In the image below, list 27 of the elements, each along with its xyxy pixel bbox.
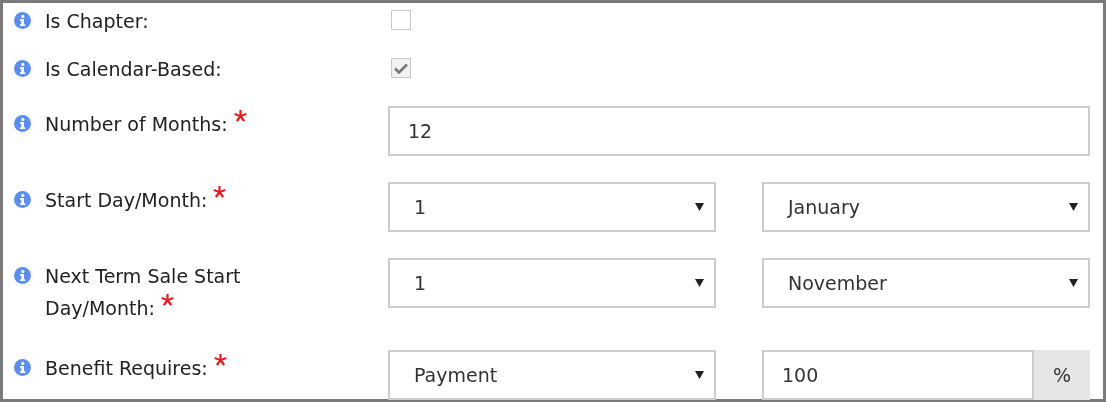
dropdown[interactable]: 1: [388, 182, 716, 232]
dropdown[interactable]: January: [762, 182, 1090, 232]
field-label: Start Day/Month:: [45, 189, 208, 211]
percent-addon: %: [1034, 350, 1090, 400]
caret-icon: [1069, 279, 1078, 287]
dropdown[interactable]: Payment: [388, 350, 716, 400]
checkbox[interactable]: [391, 10, 411, 30]
dropdown[interactable]: November: [762, 258, 1090, 308]
months-field[interactable]: 12: [388, 106, 1090, 156]
field-label: Is Chapter:: [45, 10, 149, 32]
caret-icon: [695, 279, 704, 287]
info-icon[interactable]: [14, 12, 31, 29]
amount-field[interactable]: 100: [762, 350, 1034, 400]
info-icon[interactable]: [14, 267, 31, 284]
field-label: Is Calendar-Based:: [45, 58, 222, 80]
info-icon[interactable]: [14, 359, 31, 376]
info-icon[interactable]: [14, 115, 31, 132]
dropdown[interactable]: 1: [388, 258, 716, 308]
checkbox[interactable]: [391, 58, 411, 78]
caret-icon: [695, 203, 704, 211]
info-icon[interactable]: [14, 191, 31, 208]
caret-icon: [1069, 203, 1078, 211]
field-label: Benefit Requires:: [45, 357, 208, 379]
field-label: Number of Months:: [45, 113, 228, 135]
field-label: Next Term Sale Start Day/Month:: [45, 265, 241, 319]
caret-icon: [695, 371, 704, 379]
info-icon[interactable]: [14, 60, 31, 77]
